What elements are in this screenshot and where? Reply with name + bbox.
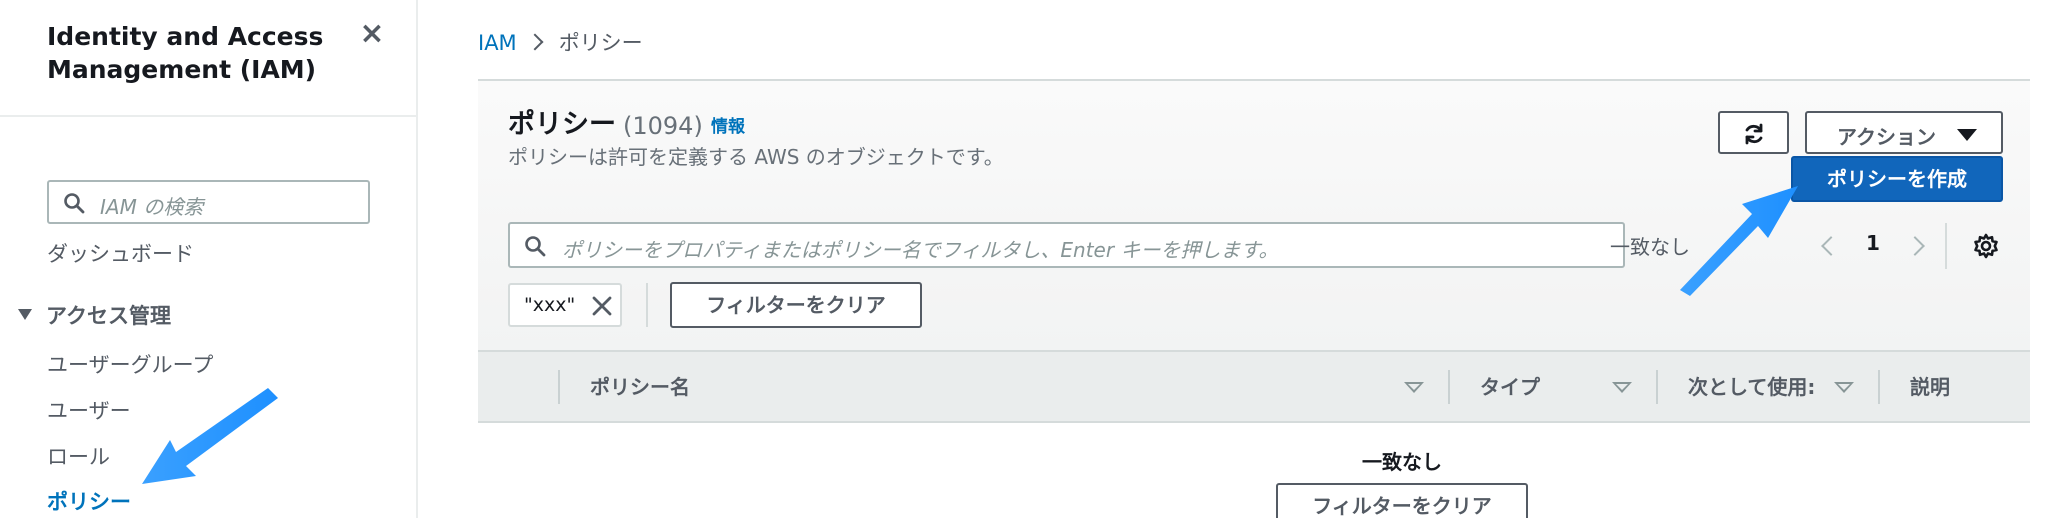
pagination-divider [1945, 223, 1947, 269]
info-link[interactable]: 情報 [711, 116, 745, 138]
table-header: ポリシー名 タイプ 次として使用: 説明 [478, 350, 2030, 423]
column-divider [1448, 370, 1450, 404]
actions-dropdown-button[interactable]: アクション [1805, 111, 2003, 154]
close-icon[interactable]: × [358, 19, 386, 49]
sidebar-section-access-management[interactable]: アクセス管理 [18, 302, 171, 330]
refresh-icon [1745, 123, 1763, 145]
column-divider [1656, 370, 1658, 404]
sidebar-item-roles[interactable]: ロール [47, 443, 110, 471]
filter-token-label: "xxx" [524, 294, 576, 316]
sidebar-item-users[interactable]: ユーザー [47, 397, 131, 425]
token-divider [646, 283, 648, 327]
chevron-right-icon [526, 33, 544, 51]
sort-icon[interactable] [1834, 382, 1854, 393]
caret-down-icon [1957, 129, 1977, 141]
sort-icon[interactable] [1612, 382, 1632, 393]
search-icon [525, 236, 546, 257]
search-placeholder: IAM の検索 [100, 195, 204, 219]
sort-icon[interactable] [1404, 382, 1424, 393]
filter-token: "xxx" [508, 283, 622, 327]
filter-placeholder: ポリシーをプロパティまたはポリシー名でフィルタし、Enter キーを押します。 [562, 238, 1279, 262]
iam-search-input[interactable]: IAM の検索 [47, 180, 370, 224]
sidebar-item-dashboard[interactable]: ダッシュボード [47, 240, 194, 268]
empty-state-clear-filter-button[interactable]: フィルターをクリア [1276, 483, 1528, 518]
sidebar: Identity and Access Management (IAM) × I… [0, 0, 418, 518]
current-page-number[interactable]: 1 [1866, 231, 1880, 255]
clear-filter-button[interactable]: フィルターをクリア [670, 282, 922, 328]
column-header-description[interactable]: 説明 [1910, 374, 1950, 400]
create-policy-button[interactable]: ポリシーを作成 [1791, 156, 2003, 202]
column-header-policy-name[interactable]: ポリシー名 [590, 374, 690, 400]
column-header-used-as[interactable]: 次として使用: [1688, 374, 1815, 400]
breadcrumb: IAM ポリシー [478, 29, 643, 57]
caret-down-icon [18, 309, 32, 320]
previous-page-icon[interactable] [1821, 236, 1841, 256]
section-label: アクセス管理 [46, 304, 171, 328]
breadcrumb-current: ポリシー [558, 31, 643, 55]
policy-filter-input[interactable]: ポリシーをプロパティまたはポリシー名でフィルタし、Enter キーを押します。 [508, 222, 1625, 268]
column-header-type[interactable]: タイプ [1480, 374, 1540, 400]
column-divider [1878, 370, 1880, 404]
page-title: ポリシー [508, 109, 616, 140]
sidebar-title: Identity and Access Management (IAM) [47, 22, 324, 84]
next-page-icon[interactable] [1905, 236, 1925, 256]
remove-token-icon[interactable] [590, 294, 614, 318]
sidebar-item-policies[interactable]: ポリシー [47, 488, 131, 516]
match-count-text: 一致なし [1610, 235, 1690, 259]
column-divider [558, 370, 560, 404]
empty-state-text: 一致なし [1362, 450, 1442, 474]
actions-label: アクション [1837, 125, 1936, 149]
refresh-button[interactable] [1718, 111, 1789, 154]
breadcrumb-iam-link[interactable]: IAM [478, 31, 517, 55]
gear-icon[interactable] [1972, 232, 2000, 260]
policies-panel: ポリシー (1094) 情報 ポリシーは許可を定義する AWS のオブジェクトで… [478, 81, 2030, 350]
sidebar-item-user-groups[interactable]: ユーザーグループ [47, 351, 213, 379]
search-icon [64, 193, 85, 214]
policy-count: (1094) [623, 112, 703, 140]
page-description: ポリシーは許可を定義する AWS のオブジェクトです。 [508, 145, 1004, 169]
sidebar-header: Identity and Access Management (IAM) × [0, 0, 416, 117]
